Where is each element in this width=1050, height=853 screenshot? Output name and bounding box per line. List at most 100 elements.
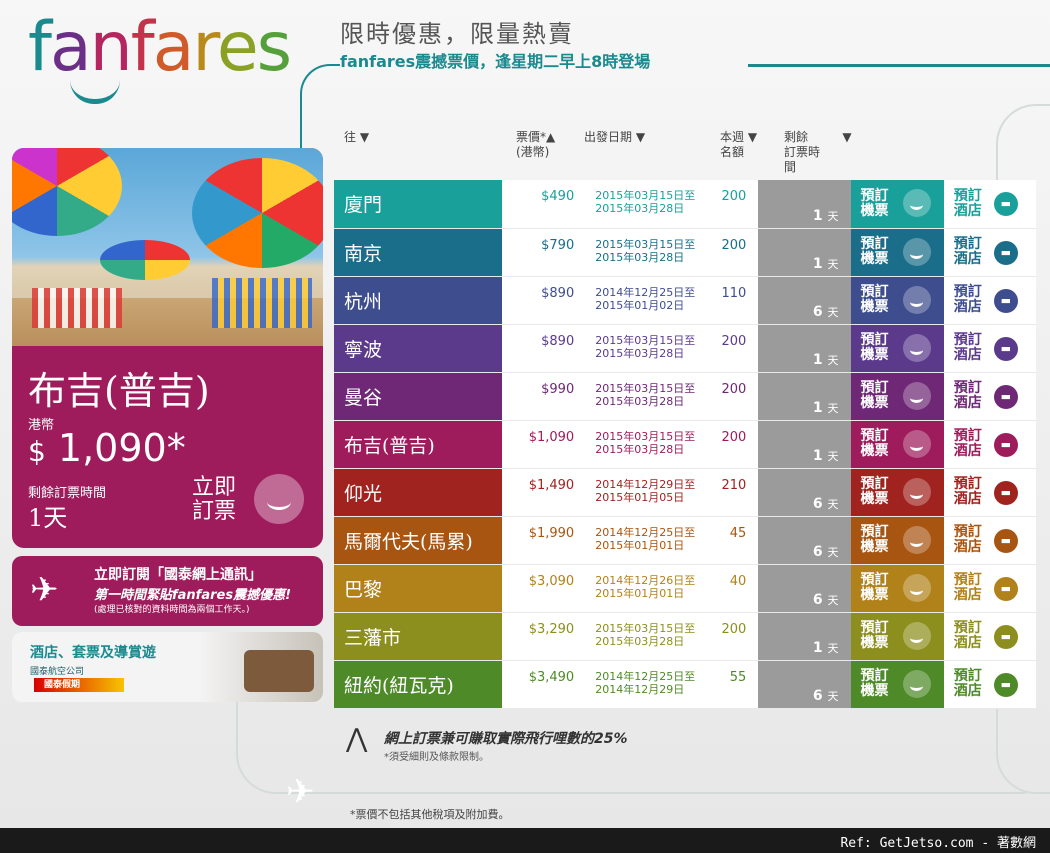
fanfares-logo[interactable]: fanfares <box>28 8 292 104</box>
fare-city[interactable]: 曼谷 <box>334 372 502 420</box>
book-flight-button[interactable]: 預訂 機票 <box>850 420 944 468</box>
column-dest[interactable]: 往 ▼ <box>344 130 369 145</box>
fare-quota: 200 <box>716 420 759 468</box>
button-label: 機票 <box>860 491 889 507</box>
date-from: 2014年12月29日至 <box>595 477 696 491</box>
column-remaining[interactable]: 剩餘 ▼ 訂票時間 <box>784 130 852 175</box>
fare-dates: 2015年03月15日至 2015年03月28日 <box>580 180 717 228</box>
fare-city[interactable]: 仰光 <box>334 468 502 516</box>
fare-city[interactable]: 馬爾代夫(馬累) <box>334 516 502 564</box>
date-from: 2014年12月25日至 <box>595 525 696 539</box>
fare-remaining: 6 天 <box>758 660 851 708</box>
bed-icon: ▬ <box>993 672 1018 697</box>
fare-city[interactable]: 南京 <box>334 228 502 276</box>
book-hotel-button[interactable]: 預訂 酒店 ▬ <box>943 564 1036 612</box>
remaining-time: 1天 <box>28 504 68 532</box>
hero-deal-card[interactable]: 布吉(普吉) 港幣 $ 1,090* 剩餘訂票時間 1天 立即 訂票 <box>12 148 323 548</box>
button-label: 機票 <box>860 539 889 555</box>
fare-quota: 45 <box>716 516 759 564</box>
days-value: 1 <box>812 399 823 416</box>
column-price[interactable]: 票價*▲ (港幣) <box>516 130 555 160</box>
days-unit: 天 <box>827 497 839 511</box>
date-from: 2014年12月26日至 <box>595 573 696 587</box>
book-flight-button[interactable]: 預訂 機票 <box>850 468 944 516</box>
smile-icon <box>902 237 931 266</box>
book-flight-button[interactable]: 預訂 機票 <box>850 324 944 372</box>
subscribe-note: (處理已核對的資料時間為兩個工作天。) <box>94 605 250 615</box>
button-label: 機票 <box>860 347 889 363</box>
book-hotel-button[interactable]: 預訂 酒店 ▬ <box>943 420 1036 468</box>
book-hotel-button[interactable]: 預訂 酒店 ▬ <box>943 324 1036 372</box>
reference-text[interactable]: Ref: GetJetso.com - 著數網 <box>840 832 1036 851</box>
column-label: 票價* <box>516 130 547 144</box>
book-hotel-button[interactable]: 預訂 酒店 ▬ <box>943 228 1036 276</box>
fare-city[interactable]: 布吉(普吉) <box>334 420 502 468</box>
book-flight-button[interactable]: 預訂 機票 <box>850 276 944 324</box>
book-hotel-button[interactable]: 預訂 酒店 ▬ <box>943 516 1036 564</box>
column-label: 往 <box>344 130 357 144</box>
airline-name: 國泰航空公司 <box>30 667 85 677</box>
book-flight-button[interactable]: 預訂 機票 <box>850 564 944 612</box>
fare-row: 巴黎 $3,090 2014年12月26日至 2015年01月01日 40 6 天預訂 機票… <box>334 564 1036 612</box>
bed-icon: ▬ <box>993 432 1018 457</box>
fare-city[interactable]: 寧波 <box>334 324 502 372</box>
subscribe-subtitle: 第一時間緊貼fanfares震撼優惠! <box>94 588 292 603</box>
fare-row: 紐約(紐瓦克) $3,490 2014年12月25日至 2014年12月29日 55 6 … <box>334 660 1036 708</box>
book-flight-button[interactable]: 預訂 機票 <box>850 180 944 228</box>
book-hotel-button[interactable]: 預訂 酒店 ▬ <box>943 468 1036 516</box>
beach-photo <box>12 148 323 346</box>
date-from: 2015年03月15日至 <box>595 333 696 347</box>
fare-price: $890 <box>501 324 581 372</box>
book-now-button[interactable]: 立即 訂票 <box>192 476 236 524</box>
book-flight-button[interactable]: 預訂 機票 <box>850 660 944 708</box>
column-quota[interactable]: 本週 ▼ 名額 <box>720 130 757 160</box>
smile-icon[interactable] <box>254 474 304 524</box>
miles-text: 網上訂票兼可賺取實際飛行哩數的25% <box>384 731 628 747</box>
hotel-packages-banner[interactable]: 酒店、套票及導賞遊 國泰航空公司 國泰假期 <box>12 632 323 702</box>
days-value: 1 <box>812 447 823 464</box>
fare-city[interactable]: 杭州 <box>334 276 502 324</box>
subscribe-banner[interactable]: ✈ 立即訂閱「國泰網上通訊」 第一時間緊貼fanfares震撼優惠! (處理已核… <box>12 556 323 626</box>
fare-price: $1,490 <box>501 468 581 516</box>
fare-city[interactable]: 紐約(紐瓦克) <box>334 660 502 708</box>
smile-icon <box>902 477 931 506</box>
button-label: 機票 <box>860 202 889 219</box>
fare-row: 馬爾代夫(馬累) $1,990 2014年12月25日至 2015年01月01日 45 6… <box>334 516 1036 564</box>
book-flight-button[interactable]: 預訂 機票 <box>850 612 944 660</box>
fare-quota: 55 <box>716 660 759 708</box>
fare-remaining: 6 天 <box>758 276 851 324</box>
date-to: 2015年03月28日 <box>595 442 685 456</box>
bed-icon: ▬ <box>993 192 1018 216</box>
smile-icon <box>902 573 931 602</box>
asia-miles-icon: ⋀ <box>346 724 368 754</box>
book-flight-button[interactable]: 預訂 機票 <box>850 228 944 276</box>
fare-dates: 2015年03月15日至 2015年03月28日 <box>580 324 717 372</box>
fare-row: 寧波 $890 2015年03月15日至 2015年03月28日 200 1 天預訂 機票預… <box>334 324 1036 372</box>
fare-row: 仰光 $1,490 2014年12月29日至 2015年01月05日 210 6 天預訂機… <box>334 468 1036 516</box>
book-hotel-button[interactable]: 預訂 酒店 ▬ <box>943 612 1036 660</box>
days-unit: 天 <box>827 257 839 271</box>
fare-row: 南京 $790 2015年03月15日至 2015年03月28日 200 1 天預訂 機票預… <box>334 228 1036 276</box>
days-unit: 天 <box>827 209 839 223</box>
column-date[interactable]: 出發日期 ▼ <box>584 130 645 145</box>
currency-symbol: $ <box>28 435 46 468</box>
sort-arrow-icon: ▼ <box>359 130 370 144</box>
fare-row: 三藩市 $3,290 2015年03月15日至 2015年03月28日 200 1 天預訂… <box>334 612 1036 660</box>
fare-dates: 2015年03月15日至 2015年03月28日 <box>580 228 717 276</box>
fare-city[interactable]: 巴黎 <box>334 564 502 612</box>
fare-city[interactable]: 廈門 <box>334 180 502 228</box>
food-photo <box>244 650 314 692</box>
fare-price: $990 <box>501 372 581 420</box>
fare-city[interactable]: 三藩市 <box>334 612 502 660</box>
sort-arrow-icon: ▼ <box>747 130 758 144</box>
days-unit: 天 <box>827 689 839 703</box>
book-hotel-button[interactable]: 預訂 酒店 ▬ <box>943 372 1036 420</box>
fare-quota: 200 <box>716 228 759 276</box>
price-asterisk: * <box>166 426 186 470</box>
book-flight-button[interactable]: 預訂 機票 <box>850 372 944 420</box>
book-hotel-button[interactable]: 預訂 酒店 ▬ <box>943 660 1036 708</box>
book-hotel-button[interactable]: 預訂 酒店 ▬ <box>943 180 1036 228</box>
page: fanfares 限時優惠，限量熱賣 fanfares震撼票價，逢星期二早上8時… <box>0 0 1050 828</box>
book-flight-button[interactable]: 預訂 機票 <box>850 516 944 564</box>
book-hotel-button[interactable]: 預訂 酒店 ▬ <box>943 276 1036 324</box>
